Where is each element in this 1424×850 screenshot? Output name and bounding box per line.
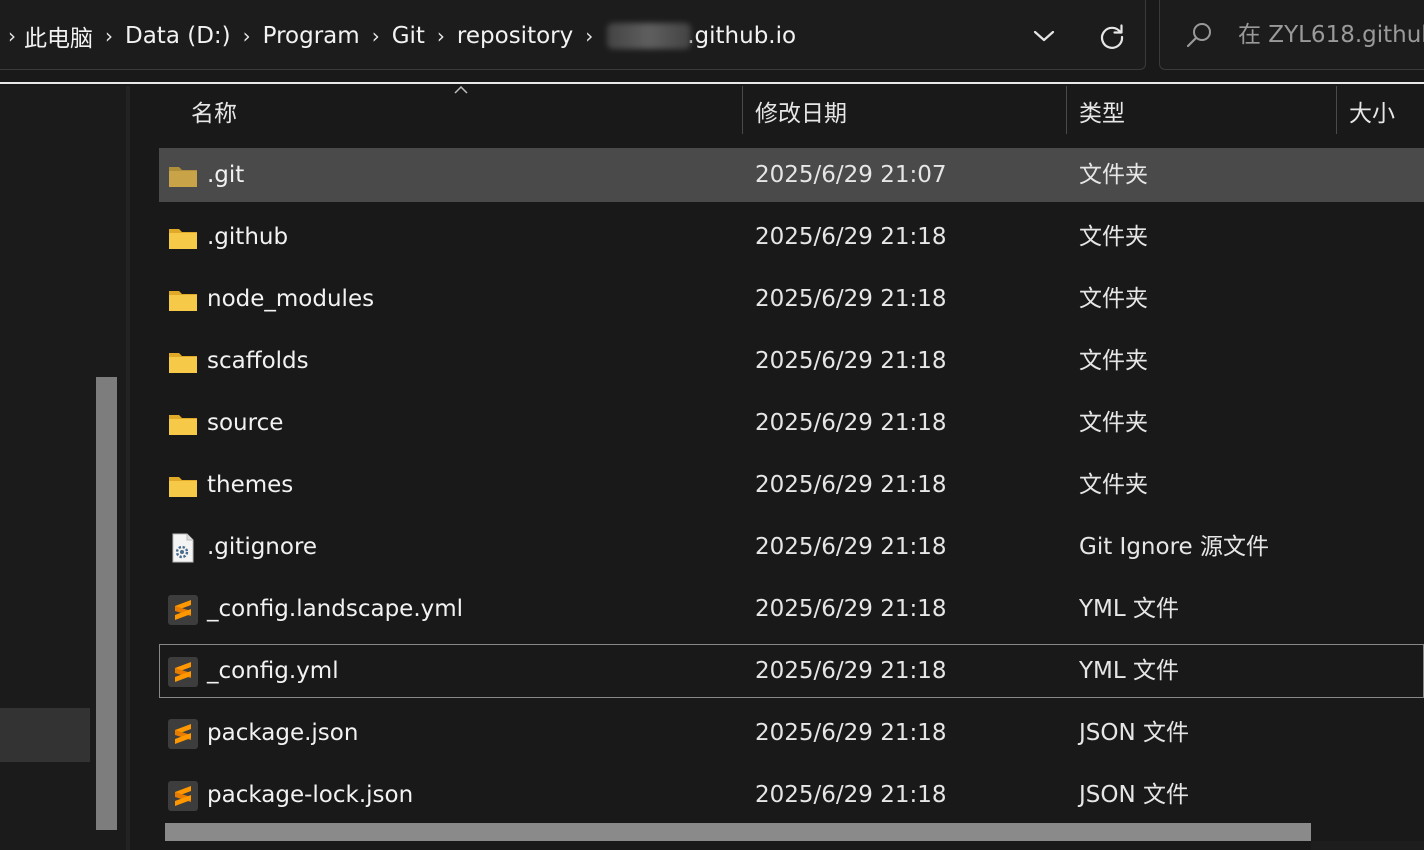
horizontal-scrollbar-track[interactable] <box>1311 841 1424 850</box>
column-headers: 名称 修改日期 类型 大小 <box>130 86 1424 138</box>
settings-file-icon <box>172 533 194 563</box>
file-name: package.json <box>207 720 359 746</box>
file-modified-date: 2025/6/29 21:18 <box>755 348 947 374</box>
chevron-right-icon[interactable]: › <box>235 24 259 48</box>
file-modified-date: 2025/6/29 21:18 <box>755 472 947 498</box>
file-row[interactable]: node_modules 2025/6/29 21:18 文件夹 <box>159 272 1424 326</box>
file-name: .git <box>207 162 245 188</box>
search-input[interactable] <box>1238 16 1424 54</box>
pane-splitter[interactable] <box>126 86 130 850</box>
breadcrumb-item-github-io[interactable]: .github.io <box>683 23 800 49</box>
file-name: _config.yml <box>207 658 339 684</box>
column-header-type[interactable]: 类型 <box>1079 86 1334 136</box>
file-row[interactable]: .github 2025/6/29 21:18 文件夹 <box>159 210 1424 264</box>
file-modified-date: 2025/6/29 21:18 <box>755 410 947 436</box>
file-row[interactable]: package.json 2025/6/29 21:18 JSON 文件 <box>159 706 1424 760</box>
sublime-text-icon <box>168 595 198 625</box>
file-type: JSON 文件 <box>1079 720 1190 746</box>
file-row[interactable]: scaffolds 2025/6/29 21:18 文件夹 <box>159 334 1424 388</box>
column-header-modified-label: 修改日期 <box>755 101 847 127</box>
file-modified-date: 2025/6/29 21:18 <box>755 720 947 746</box>
column-divider[interactable] <box>1066 86 1067 134</box>
file-type: 文件夹 <box>1079 472 1148 498</box>
file-modified-date: 2025/6/29 21:18 <box>755 224 947 250</box>
redacted-text-blur <box>607 23 692 49</box>
file-type: 文件夹 <box>1079 286 1148 312</box>
column-header-name[interactable]: 名称 <box>191 86 741 136</box>
file-type: JSON 文件 <box>1079 782 1190 808</box>
refresh-button[interactable] <box>1092 16 1132 56</box>
navigation-pane[interactable] <box>0 86 128 850</box>
file-type: Git Ignore 源文件 <box>1079 534 1269 560</box>
sublime-text-icon <box>168 781 198 811</box>
refresh-icon <box>1100 24 1124 49</box>
file-name: package-lock.json <box>207 782 414 808</box>
toolbar-divider <box>0 82 1424 84</box>
chevron-right-icon[interactable]: › <box>429 24 453 48</box>
file-row[interactable]: .git 2025/6/29 21:07 文件夹 <box>159 148 1424 202</box>
address-bar[interactable]: › 此电脑 › Data (D:) › Program › Git › repo… <box>0 0 1146 70</box>
breadcrumb-item-data-drive[interactable]: Data (D:) <box>121 23 235 49</box>
column-header-size-label: 大小 <box>1349 101 1395 127</box>
file-explorer-window: › 此电脑 › Data (D:) › Program › Git › repo… <box>0 0 1424 850</box>
column-header-modified[interactable]: 修改日期 <box>755 86 1065 136</box>
folder-icon <box>169 415 197 435</box>
folder-icon <box>169 291 197 311</box>
file-type: 文件夹 <box>1079 410 1148 436</box>
breadcrumb-item-this-pc[interactable]: 此电脑 <box>20 19 97 53</box>
folder-icon <box>169 167 197 187</box>
chevron-right-icon[interactable]: › <box>364 24 388 48</box>
file-name: .gitignore <box>207 534 318 560</box>
file-row[interactable]: package-lock.json 2025/6/29 21:18 JSON 文… <box>159 768 1424 822</box>
chevron-down-icon <box>1033 30 1055 42</box>
folder-icon <box>169 477 197 497</box>
file-name: _config.landscape.yml <box>207 596 464 622</box>
column-header-name-label: 名称 <box>191 101 237 127</box>
breadcrumb-item-git[interactable]: Git <box>388 23 429 49</box>
file-name: themes <box>207 472 294 498</box>
breadcrumb-item-repository[interactable]: repository <box>453 23 577 49</box>
breadcrumb-item-program[interactable]: Program <box>259 23 364 49</box>
navigation-pane-scrollbar[interactable] <box>96 377 117 830</box>
search-icon <box>1186 23 1211 48</box>
breadcrumb: › 此电脑 › Data (D:) › Program › Git › repo… <box>4 18 800 54</box>
file-modified-date: 2025/6/29 21:18 <box>755 534 947 560</box>
file-type: 文件夹 <box>1079 224 1148 250</box>
file-row[interactable]: _config.landscape.yml 2025/6/29 21:18 YM… <box>159 582 1424 636</box>
folder-icon <box>169 353 197 373</box>
chevron-right-icon[interactable]: › <box>4 24 20 48</box>
folder-icon <box>169 229 197 249</box>
file-type: 文件夹 <box>1079 162 1148 188</box>
file-name: .github <box>207 224 289 250</box>
file-name: source <box>207 410 284 436</box>
file-type: YML 文件 <box>1079 658 1180 684</box>
file-row[interactable]: themes 2025/6/29 21:18 文件夹 <box>159 458 1424 512</box>
column-divider[interactable] <box>1336 86 1337 134</box>
file-name: node_modules <box>207 286 375 312</box>
chevron-right-icon[interactable]: › <box>97 24 121 48</box>
sublime-text-icon <box>168 657 198 687</box>
recent-locations-button[interactable] <box>1026 18 1062 54</box>
file-name: scaffolds <box>207 348 309 374</box>
horizontal-scrollbar-thumb[interactable] <box>165 823 1311 841</box>
file-modified-date: 2025/6/29 21:18 <box>755 596 947 622</box>
sublime-text-icon <box>168 719 198 749</box>
search-box[interactable] <box>1159 0 1424 70</box>
file-modified-date: 2025/6/29 21:07 <box>755 162 947 188</box>
file-modified-date: 2025/6/29 21:18 <box>755 286 947 312</box>
nav-selected-item[interactable] <box>0 708 90 762</box>
file-modified-date: 2025/6/29 21:18 <box>755 782 947 808</box>
file-type: YML 文件 <box>1079 596 1180 622</box>
file-row[interactable]: .gitignore 2025/6/29 21:18 Git Ignore 源文… <box>159 520 1424 574</box>
file-type: 文件夹 <box>1079 348 1148 374</box>
file-modified-date: 2025/6/29 21:18 <box>755 658 947 684</box>
chevron-right-icon[interactable]: › <box>577 24 601 48</box>
column-header-size[interactable]: 大小 <box>1349 86 1424 136</box>
column-header-type-label: 类型 <box>1079 101 1125 127</box>
column-divider[interactable] <box>742 86 743 134</box>
file-row[interactable]: _config.yml 2025/6/29 21:18 YML 文件 <box>159 644 1424 698</box>
file-row[interactable]: source 2025/6/29 21:18 文件夹 <box>159 396 1424 450</box>
